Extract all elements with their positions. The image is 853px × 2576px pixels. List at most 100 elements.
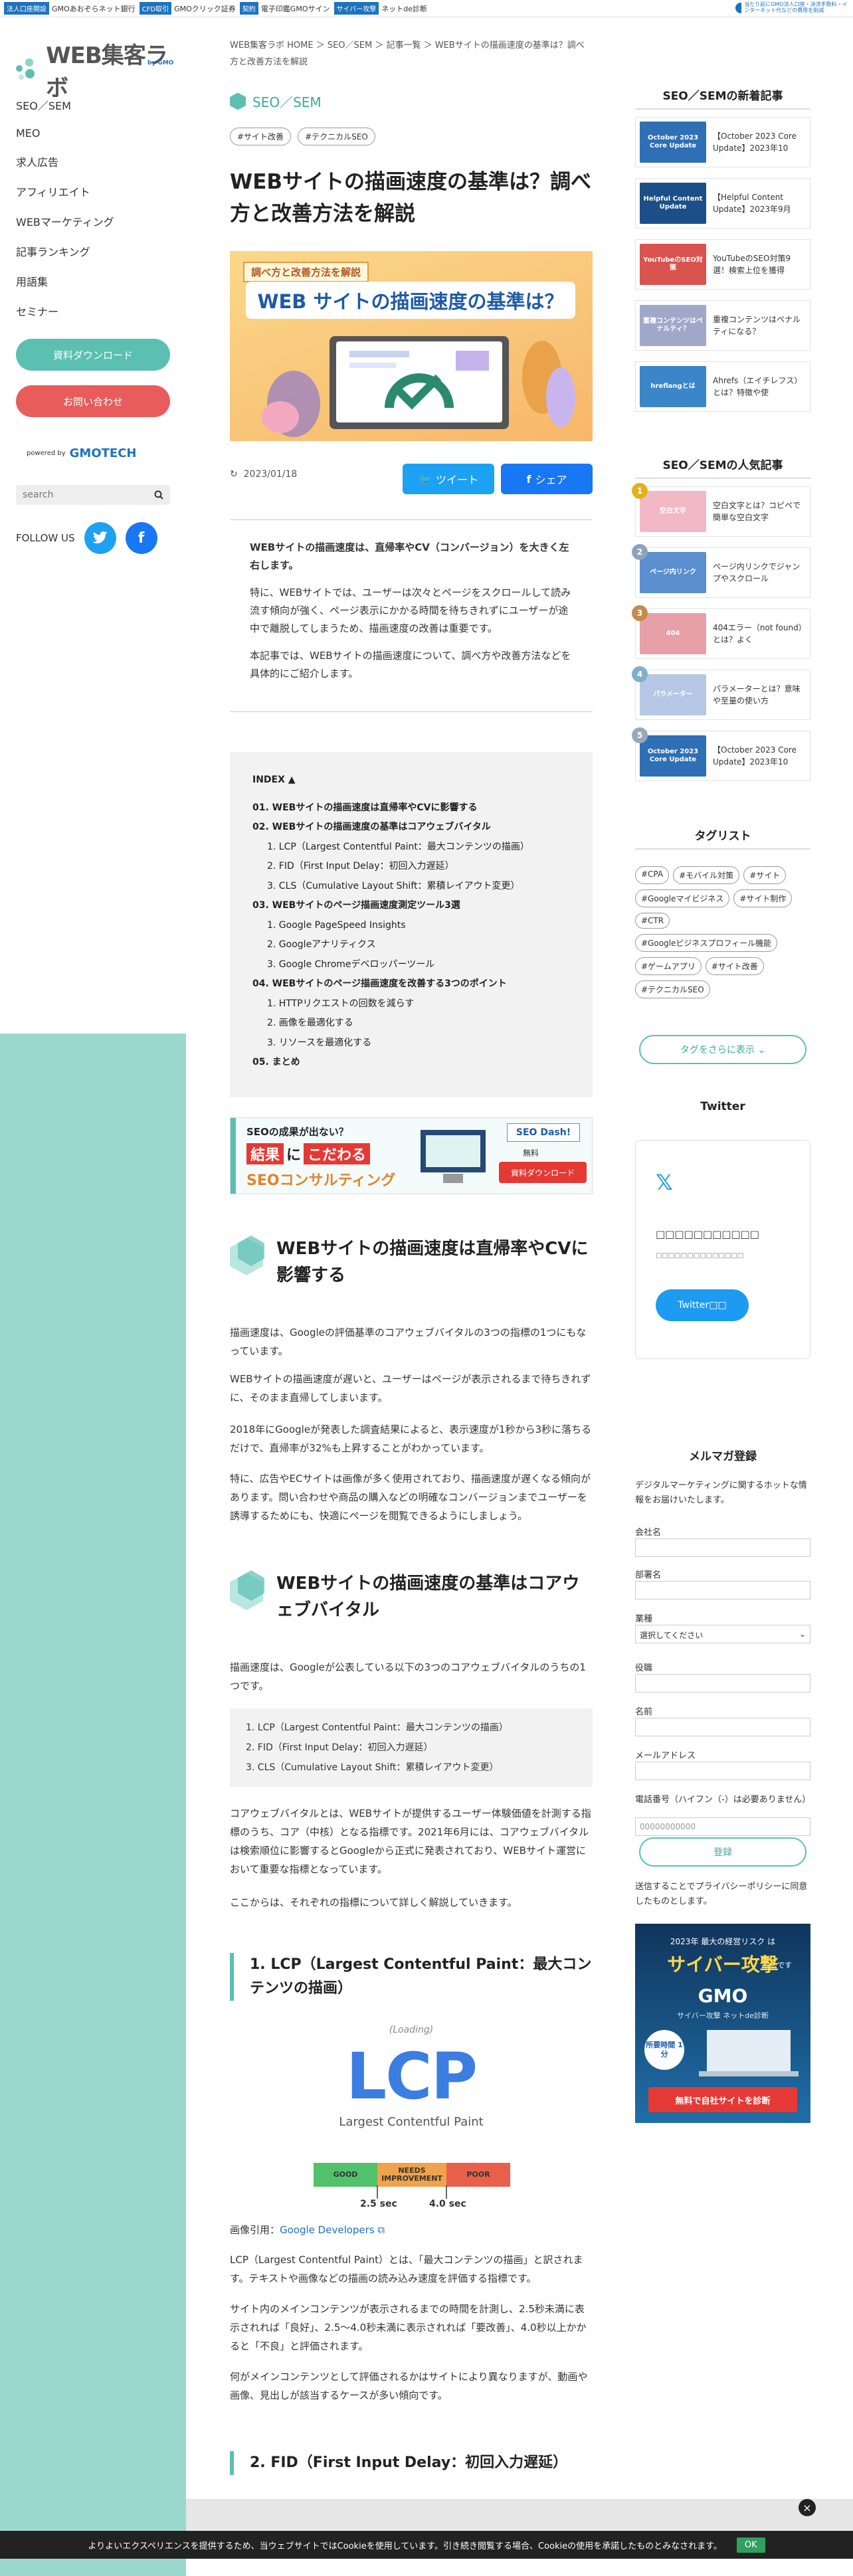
- article-thumbnail: 空白文字: [640, 491, 706, 532]
- nav-item-ranking[interactable]: 記事ランキング: [16, 243, 114, 259]
- nav-item-affiliate[interactable]: アフィリエイト: [16, 183, 114, 199]
- download-button[interactable]: 資料ダウンロード: [16, 339, 170, 371]
- article-card-title: 重複コンテンツはペナルティになる？: [713, 315, 801, 336]
- article-card[interactable]: ページ内リンク 2 ページ内リンクでジャンプやスクロール: [632, 544, 810, 598]
- toc-subitem[interactable]: 3. CLS（Cumulative Layout Shift：累積レイアウト変更…: [252, 877, 570, 897]
- tag-chip[interactable]: #サイト制作: [733, 889, 793, 907]
- paragraph: 描画速度は、Googleが公表している以下の3つのコアウェブバイタルのうちの1つ…: [230, 1661, 586, 1692]
- contact-button[interactable]: お問い合わせ: [16, 385, 170, 417]
- tag-chip[interactable]: #ゲームアプリ: [635, 957, 702, 975]
- cyber-brand: GMO: [698, 1985, 748, 2007]
- intro-box: WEBサイトの描画速度は、直帰率やCV（コンバージョン）を大きく左右します。 特…: [230, 519, 593, 712]
- search-input[interactable]: [23, 490, 142, 500]
- text-field[interactable]: [635, 1762, 810, 1780]
- tag-chip[interactable]: #テクニカルSEO: [298, 128, 375, 145]
- top-bar-link-1[interactable]: 法人口座開設 GMOあおぞらネット銀行: [4, 2, 136, 15]
- banner-free: 無料: [523, 1149, 539, 1158]
- tweet-button[interactable]: 🐦 ツイート: [403, 464, 494, 494]
- toc-subitem[interactable]: 2. Googleアナリティクス: [252, 935, 570, 955]
- tag-chip[interactable]: #サイト: [743, 866, 787, 884]
- close-icon[interactable]: ×: [799, 2499, 816, 2516]
- tag-chip[interactable]: #モバイル対策: [673, 866, 740, 884]
- article-card[interactable]: YouTubeのSEO対策 YouTubeのSEO対策9選！検索上位を獲得: [635, 239, 810, 290]
- twitter-icon[interactable]: [84, 522, 116, 554]
- toc-subitem[interactable]: 1. Google PageSpeed Insights: [252, 916, 570, 936]
- tag-chip[interactable]: #Googleビジネスプロフィール機能: [635, 934, 778, 952]
- toc-item[interactable]: 01. WEBサイトの描画速度は直帰率やCVに影響する: [252, 798, 570, 818]
- category-label[interactable]: SEO／SEM: [230, 92, 322, 111]
- article-card[interactable]: hreflangとは Ahrefs（エイチレフス）とは？特徴や使: [635, 361, 810, 412]
- nav-item-seo[interactable]: SEO／SEM: [16, 97, 114, 113]
- twitter-follow-button[interactable]: Twitter□□: [656, 1289, 749, 1321]
- text-field[interactable]: [635, 1581, 810, 1600]
- article-thumbnail: パラメーター: [640, 674, 706, 715]
- form-label: メールアドレス: [635, 1751, 696, 1761]
- publish-date-text: 2023/01/18: [243, 469, 298, 480]
- register-button[interactable]: 登録: [639, 1837, 806, 1867]
- article-meta: ↻ 2023/01/18 🐦 ツイート f シェア: [230, 458, 593, 494]
- tag-chip[interactable]: #Googleマイビジネス: [635, 889, 730, 907]
- seo-consulting-banner[interactable]: SEOの成果が出ない？ 結果 に こだわる SEOコンサルティング SEO Da…: [230, 1117, 593, 1194]
- tag-chip[interactable]: #サイト改善: [230, 128, 292, 145]
- tag-chip[interactable]: #サイト改善: [705, 957, 764, 975]
- tag-chip[interactable]: #CPA: [635, 866, 670, 884]
- banner-download-button[interactable]: 資料ダウンロード: [499, 1162, 587, 1183]
- facebook-icon[interactable]: f: [125, 522, 157, 554]
- nav-item-recruit[interactable]: 求人広告: [16, 153, 114, 169]
- search-icon[interactable]: [154, 490, 163, 500]
- monitor-illustration-icon: [421, 1130, 486, 1183]
- toc-subitem[interactable]: 1. LCP（Largest Contentful Paint：最大コンテンツの…: [252, 838, 570, 858]
- article-thumbnail: Helpful Content Update: [640, 183, 706, 224]
- text-field[interactable]: [635, 1674, 810, 1693]
- article-card[interactable]: 空白文字 1 空白文字とは？コピペで簡単な空白文字: [632, 483, 810, 537]
- article-card[interactable]: Helpful Content Update 【Helpful Content U…: [635, 178, 810, 229]
- tag-chip[interactable]: #CTR: [635, 913, 670, 929]
- share-button[interactable]: f シェア: [501, 464, 593, 494]
- twitter-widget: 𝕏 □□□□□□□□□□□ □□□□□□□□□□□□□□ Twitter□□: [635, 1140, 810, 1359]
- toc-item[interactable]: 04. WEBサイトのページ描画速度を改善する3つのポイント: [252, 974, 570, 994]
- toc-subitem[interactable]: 2. 画像を最適化する: [252, 1014, 570, 1034]
- phone-field[interactable]: 00000000000: [635, 1817, 810, 1836]
- toc-title[interactable]: INDEX ▲: [252, 771, 570, 790]
- rank-badge: 2: [632, 544, 648, 560]
- top-bar-promo[interactable]: 当たり前にGMO法人口座・決済手数料・インターネット代などの費用を削減: [735, 1, 848, 14]
- industry-select[interactable]: 選択してください ⌄: [635, 1625, 810, 1643]
- article-card[interactable]: 重複コンテンツはペナルティ？ 重複コンテンツはペナルティになる？: [635, 300, 810, 351]
- nav-item-seminar[interactable]: セミナー: [16, 303, 114, 319]
- cyber-cta-button[interactable]: 無料で自社サイトを診断: [648, 2087, 797, 2112]
- top-bar-link-4[interactable]: サイバー攻撃 ネットde診断: [333, 2, 427, 15]
- text-field[interactable]: [635, 1718, 810, 1736]
- tag-chip[interactable]: #テクニカルSEO: [635, 980, 710, 998]
- cookie-ok-button[interactable]: OK: [736, 2537, 765, 2553]
- privacy-note[interactable]: 送信することでプライバシーポリシーに同意したものとします。: [635, 1880, 810, 1909]
- toc-subitem[interactable]: 3. リソースを最適化する: [252, 1034, 570, 1054]
- article-card[interactable]: 404 3 404エラー（not found）とは？よく: [632, 605, 810, 659]
- nav-item-glossary[interactable]: 用語集: [16, 273, 114, 289]
- toc-subitem[interactable]: 1. HTTPリクエストの回数を減らす: [252, 994, 570, 1014]
- banner-emph3: こだわる: [304, 1143, 371, 1164]
- more-tags-button[interactable]: タグをさらに表示 ⌄: [639, 1035, 806, 1064]
- toc-item[interactable]: 02. WEBサイトの描画速度の基準はコアウェブバイタル: [252, 818, 570, 838]
- paragraph: 描画速度は、Googleの評価基準のコアウェブバイタルの3つの指標の1つにもなっ…: [230, 1323, 593, 1360]
- nav-item-meo[interactable]: MEO: [16, 127, 114, 139]
- site-logo[interactable]: WEB集客ラボ: [16, 37, 186, 102]
- twitter-title: Twitter: [700, 1100, 745, 1113]
- article-card[interactable]: パラメーター 4 パラメーターとは？意味や至量の使い方: [632, 666, 810, 720]
- article-card[interactable]: October 2023 Core Update 【October 2023 Co…: [635, 117, 810, 167]
- top-bar-link-2[interactable]: CFD取引 GMOクリック証券: [139, 2, 236, 15]
- cyber-attack-banner[interactable]: 2023年 最大の経営リスク は サイバー攻撃 です GMO サイバー攻撃 ネッ…: [635, 1924, 810, 2123]
- top-bar-link-3[interactable]: 契約 電子印鑑GMOサイン: [239, 2, 330, 15]
- nav-item-web-marketing[interactable]: WEBマーケティング: [16, 213, 114, 229]
- form-label: 会社名: [635, 1528, 662, 1538]
- toc-subitem[interactable]: 3. Google Chromeデベロッパーツール: [252, 955, 570, 975]
- breadcrumb[interactable]: WEB集客ラボ HOME ＞ SEO／SEM ＞ 記事一覧 ＞ WEBサイトの描…: [230, 37, 593, 70]
- toc-item[interactable]: 05. まとめ: [252, 1053, 570, 1073]
- article-card[interactable]: October 2023 Core Update 5 【October 2023 C…: [632, 727, 810, 781]
- toc-item[interactable]: 03. WEBサイトのページ描画速度測定ツール3選: [252, 896, 570, 916]
- toc-subitem[interactable]: 2. FID（First Input Delay：初回入力遅延）: [252, 857, 570, 877]
- top-bar-badge: 契約: [239, 2, 258, 15]
- sticky-ad-bar[interactable]: [186, 2499, 853, 2531]
- popular-articles-title: SEO／SEMの人気記事: [635, 456, 810, 479]
- citation-link[interactable]: Google Developers: [280, 2224, 375, 2236]
- text-field[interactable]: [635, 1538, 810, 1557]
